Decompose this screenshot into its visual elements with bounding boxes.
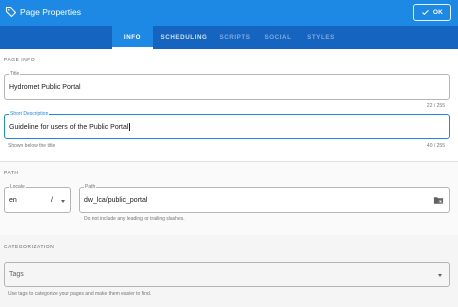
path-value: dw_lca/public_portal — [84, 197, 148, 204]
tag-icon — [5, 6, 17, 18]
section-label-path: PATH — [4, 171, 19, 176]
tab-scripts: SCRIPTS — [219, 34, 251, 41]
tab-bar: INFO SCHEDULING SCRIPTS SOCIAL STYLES — [0, 26, 458, 49]
dialog-title: Page Properties — [20, 7, 81, 17]
short-description-field[interactable]: Short Description Guideline for users of… — [4, 111, 450, 139]
dialog-header: Page Properties OK — [0, 0, 458, 26]
tab-social: SOCIAL — [264, 34, 292, 41]
path-section: PATH Locale en / Path dw_lca/public_port… — [0, 162, 458, 235]
locale-select[interactable]: Locale en / — [4, 184, 71, 213]
short-description-char-counter: 40 / 255 — [426, 143, 445, 149]
tags-input[interactable]: Tags — [4, 262, 450, 287]
locale-path-separator: / — [51, 197, 53, 204]
check-icon — [421, 9, 429, 16]
section-label-page-info: PAGE INFO — [4, 58, 36, 63]
folder-search-icon[interactable] — [433, 195, 444, 206]
ok-button-label: OK — [432, 9, 444, 16]
title-field[interactable]: Title Hydromet Public Portal — [4, 71, 450, 100]
locale-label: Locale — [9, 184, 26, 190]
path-label: Path — [84, 184, 97, 190]
page-info-section: PAGE INFO Title Hydromet Public Portal 2… — [0, 49, 458, 161]
short-description-label: Short Description — [9, 111, 50, 117]
locale-value: en — [9, 197, 17, 204]
short-description-value: Guideline for users of the Public Portal — [9, 123, 129, 131]
tab-scheduling[interactable]: SCHEDULING — [155, 26, 213, 49]
short-description-text: Guideline for users of the Public Portal — [9, 123, 130, 131]
tags-hint: Use tags to categorize your pages and ma… — [8, 291, 152, 297]
chevron-down-icon[interactable] — [61, 200, 65, 203]
chevron-down-icon[interactable] — [438, 274, 442, 277]
path-field[interactable]: Path dw_lca/public_portal — [79, 184, 450, 213]
tab-info[interactable]: INFO — [112, 26, 153, 49]
title-field-label: Title — [9, 71, 21, 77]
ok-button[interactable]: OK — [413, 4, 451, 21]
tags-placeholder: Tags — [9, 271, 24, 278]
path-hint: Do not include any leading or trailing s… — [84, 216, 185, 222]
categorization-section: CATEGORIZATION Tags Use tags to categori… — [0, 235, 458, 307]
title-char-counter: 22 / 255 — [426, 103, 445, 109]
text-cursor — [128, 123, 130, 131]
section-label-categorization: CATEGORIZATION — [4, 245, 55, 250]
short-description-hint: Shown below the title — [8, 143, 56, 149]
title-field-value: Hydromet Public Portal — [9, 84, 81, 91]
tab-styles: STYLES — [307, 34, 335, 41]
